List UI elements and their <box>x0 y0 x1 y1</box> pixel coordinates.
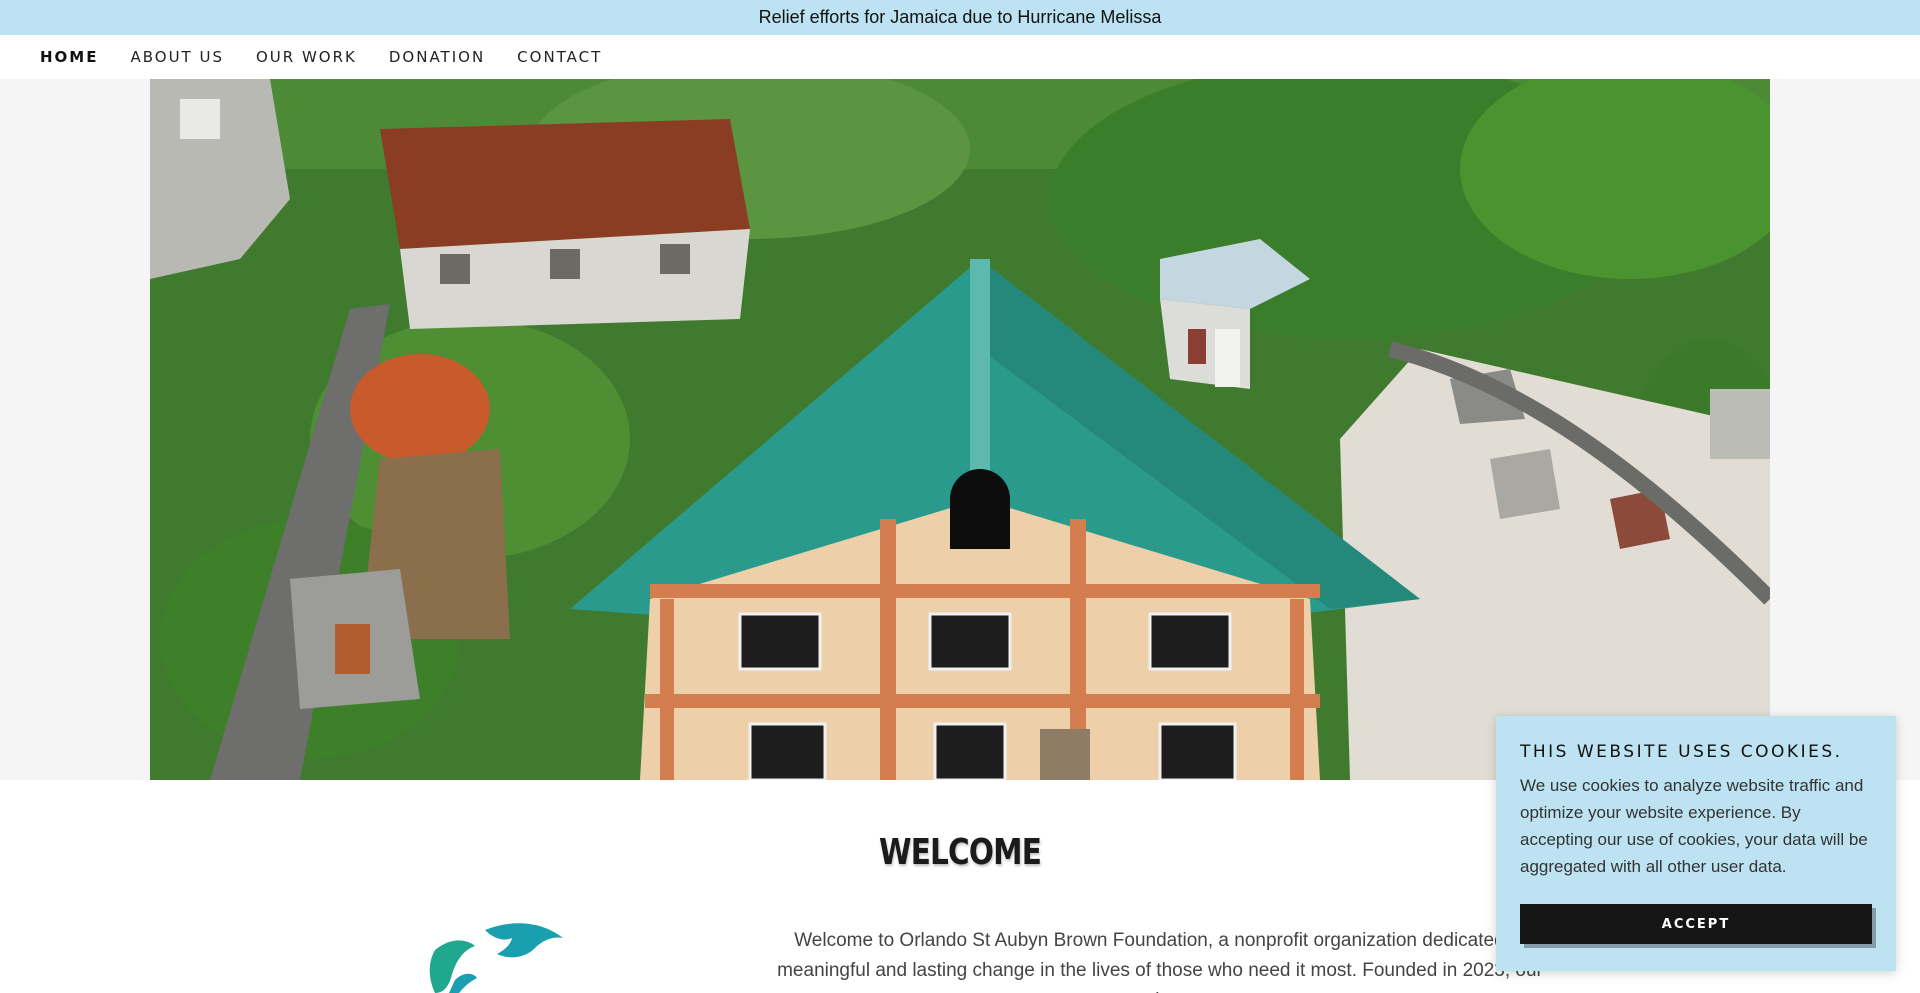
main-nav: HOME ABOUT US OUR WORK DONATION CONTACT <box>0 35 1920 79</box>
dove-hands-logo <box>415 920 585 993</box>
nav-item-home[interactable]: HOME <box>40 48 98 66</box>
nav-item-contact[interactable]: CONTACT <box>517 48 602 66</box>
aerial-village-building-image <box>150 79 1770 780</box>
hero-image <box>150 79 1770 780</box>
announcement-text: Relief efforts for Jamaica due to Hurric… <box>758 7 1162 27</box>
announcement-bar: Relief efforts for Jamaica due to Hurric… <box>0 0 1920 35</box>
cookie-title: THIS WEBSITE USES COOKIES. <box>1520 742 1843 762</box>
accept-cookies-button[interactable]: ACCEPT <box>1520 904 1872 944</box>
cookie-banner: THIS WEBSITE USES COOKIES. We use cookie… <box>1496 716 1896 971</box>
nav-item-about-us[interactable]: ABOUT US <box>130 48 224 66</box>
nav-item-donation[interactable]: DONATION <box>389 48 485 66</box>
cookie-body: We use cookies to analyze website traffi… <box>1520 776 1868 876</box>
welcome-paragraph: Welcome to Orlando St Aubyn Brown Founda… <box>777 930 1543 993</box>
dove-logo-icon <box>429 923 563 993</box>
nav-item-our-work[interactable]: OUR WORK <box>256 48 357 66</box>
